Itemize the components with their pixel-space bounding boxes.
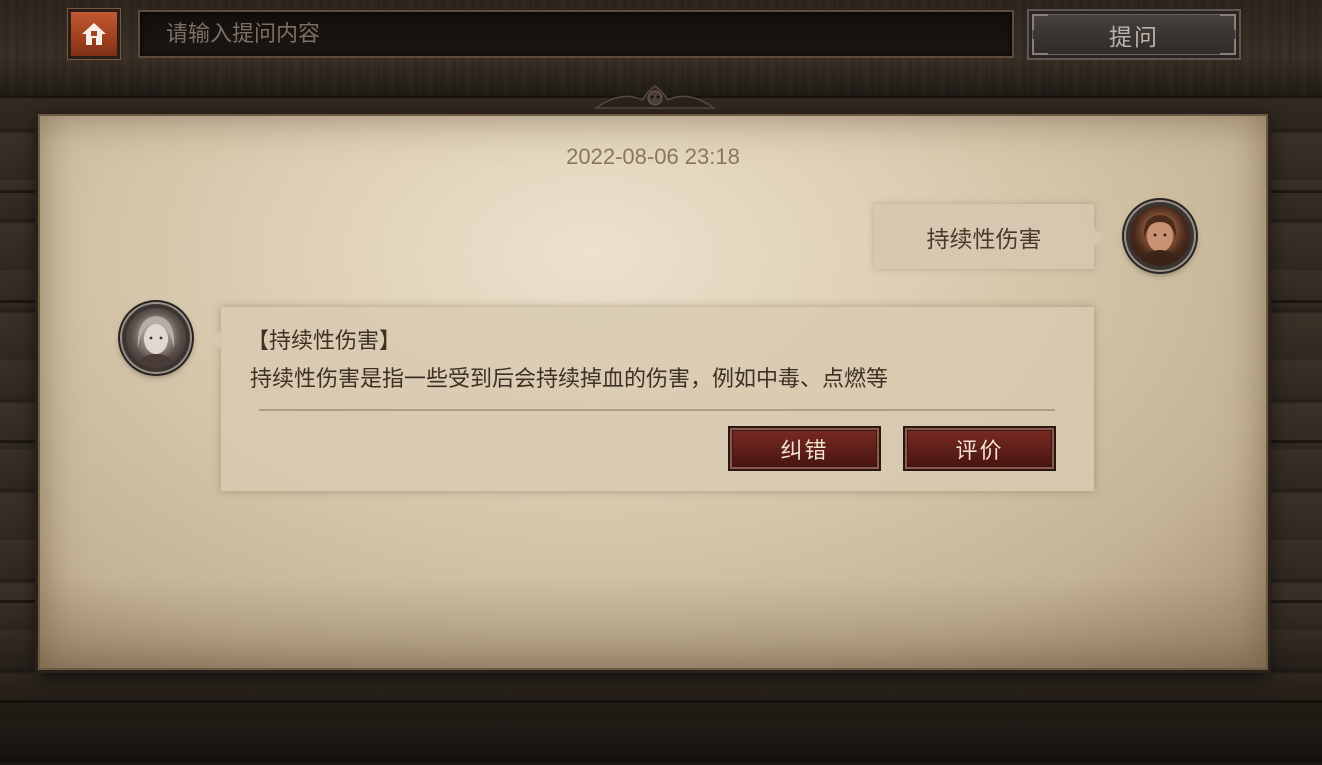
button-corner-ornament: [1032, 39, 1048, 55]
answer-title: 【持续性伤害】: [247, 329, 402, 354]
home-icon: [82, 23, 106, 45]
background-plank-seam: [0, 700, 1322, 703]
rate-button[interactable]: 评价: [903, 426, 1056, 471]
ask-button[interactable]: 提问: [1027, 9, 1241, 60]
user-message-text: 持续性伤害: [926, 226, 1042, 253]
assistant-answer-card: 【持续性伤害】 持续性伤害是指一些受到后会持续掉血的伤害，例如中毒、点燃等 纠错…: [211, 307, 1094, 491]
ask-button-label: 提问: [1109, 24, 1159, 51]
skull-ornament-icon: [593, 85, 717, 109]
parchment-edge-shading: [40, 578, 1266, 668]
correct-error-label: 纠错: [780, 438, 829, 464]
user-avatar[interactable]: [1126, 202, 1194, 270]
answer-body: 持续性伤害是指一些受到后会持续掉血的伤害，例如中毒、点燃等: [250, 367, 889, 392]
button-corner-ornament: [1220, 39, 1236, 55]
search-input[interactable]: [138, 10, 1014, 58]
button-corner-ornament: [1220, 14, 1236, 30]
assistant-portrait-icon: [136, 316, 176, 368]
home-button[interactable]: [67, 8, 121, 60]
correct-error-button[interactable]: 纠错: [728, 426, 881, 471]
message-timestamp: 2022-08-06 23:18: [566, 144, 740, 169]
assistant-avatar[interactable]: [122, 304, 190, 372]
rate-label: 评价: [955, 438, 1004, 464]
user-message-bubble: 持续性伤害: [874, 204, 1104, 269]
button-corner-ornament: [1032, 14, 1048, 30]
user-portrait-icon: [1142, 215, 1178, 266]
top-bar: 提问: [0, 0, 1322, 109]
chat-panel: 2022-08-06 23:18 持续性伤害 【持续性伤害】 持续性伤害是指一些…: [38, 114, 1268, 670]
answer-divider: [259, 409, 1055, 411]
